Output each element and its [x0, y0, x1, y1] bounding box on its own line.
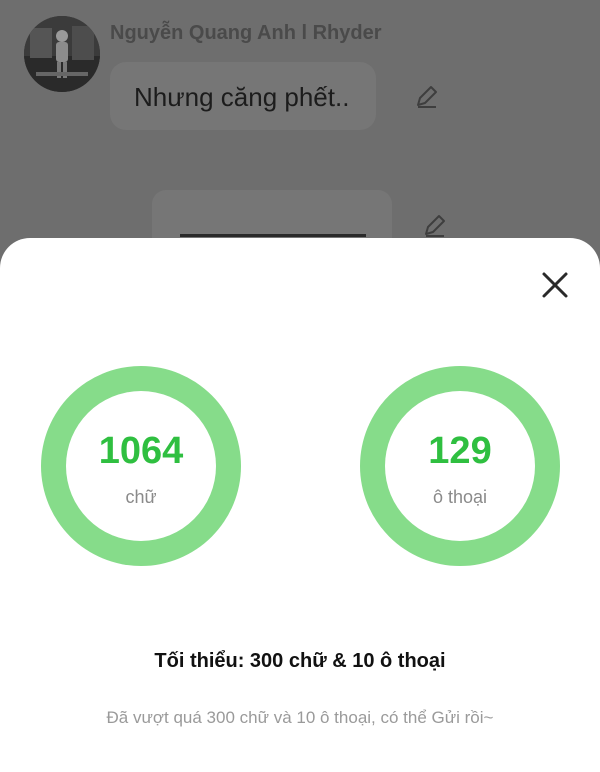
word-count-ring: 1064 chữ: [41, 366, 241, 566]
edit-icon[interactable]: [420, 212, 448, 240]
dialog-count-unit: ô thoại: [432, 487, 488, 507]
avatar[interactable]: [24, 16, 100, 92]
minimum-requirement-label: Tối thiểu: 300 chữ & 10 ô thoại: [154, 650, 446, 672]
dialog-count-value: 129: [428, 430, 492, 472]
dialog-count-ring: 129 ô thoại: [360, 366, 560, 566]
word-count-unit: chữ: [125, 487, 157, 507]
stats-bottom-sheet: 1064 chữ 129 ô thoại Tối thiểu: 300 chữ …: [0, 238, 600, 772]
close-icon[interactable]: [538, 268, 572, 302]
message-bubble[interactable]: Nhưng căng phết..: [110, 62, 376, 130]
sender-name: Nguyễn Quang Anh l Rhyder: [110, 22, 382, 44]
message-divider: [180, 234, 366, 237]
word-count-ring-inner: 1064 chữ: [66, 391, 216, 541]
message-text: Nhưng căng phết..: [134, 82, 350, 112]
edit-icon[interactable]: [412, 83, 440, 111]
avatar-image: [24, 16, 100, 92]
word-count-value: 1064: [98, 430, 184, 472]
status-hint: Đã vượt quá 300 chữ và 10 ô thoại, có th…: [106, 708, 494, 727]
dialog-count-ring-inner: 129 ô thoại: [385, 391, 535, 541]
